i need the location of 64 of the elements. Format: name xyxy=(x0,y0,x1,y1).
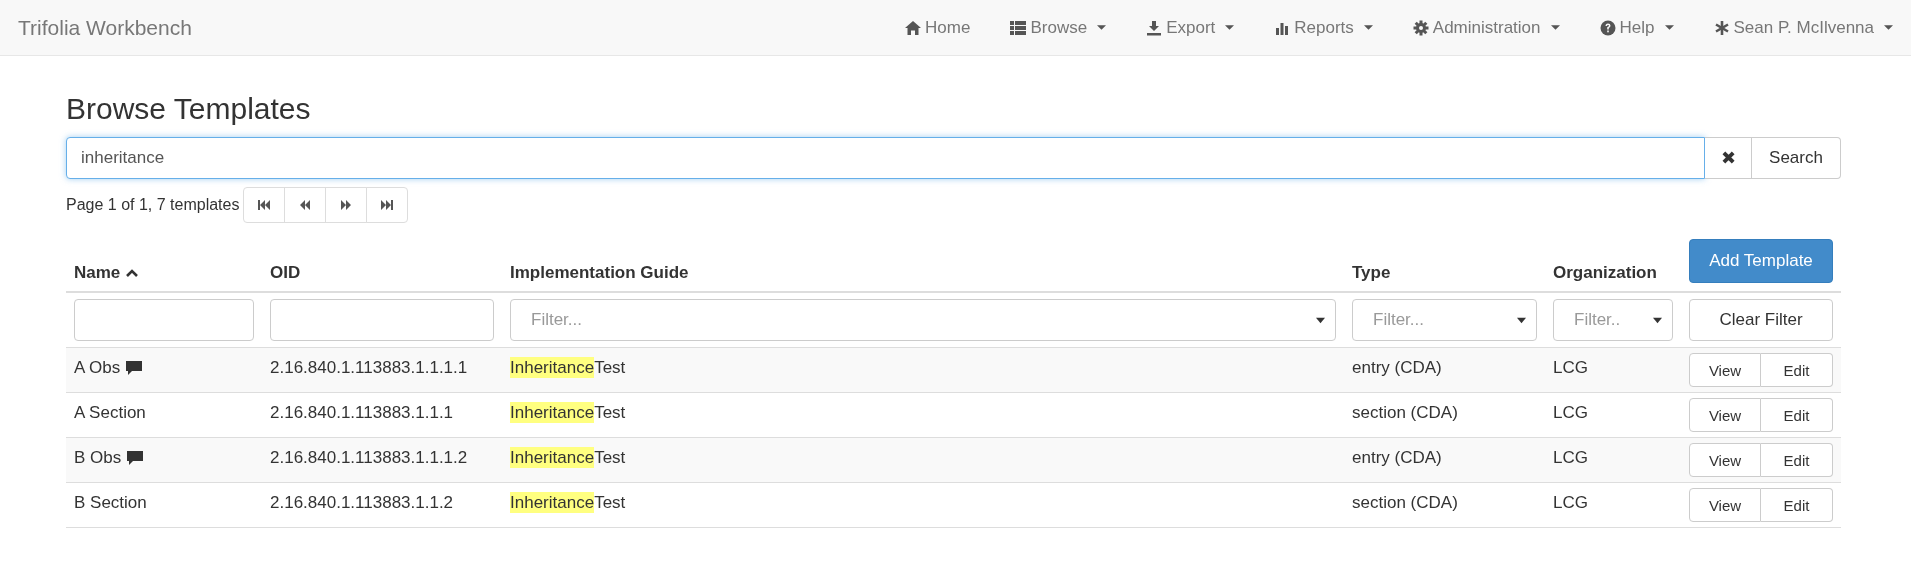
home-icon xyxy=(905,19,922,36)
caret-icon xyxy=(1653,316,1662,324)
nav-menu-item[interactable]: Browse xyxy=(990,17,1127,38)
page-info: Page 1 of 1, 7 templates xyxy=(66,196,240,214)
view-button[interactable]: View xyxy=(1689,443,1761,477)
table-cell: 2.16.840.1.113883.1.1.2 xyxy=(270,493,454,512)
table-cell: LCG xyxy=(1553,403,1588,422)
column-header[interactable]: Name xyxy=(74,263,139,283)
nav-menu-item[interactable]: Home xyxy=(885,17,991,38)
view-button[interactable]: View xyxy=(1689,398,1761,432)
table-cell: 2.16.840.1.113883.1.1.1 xyxy=(270,403,454,422)
column-header[interactable]: Type xyxy=(1352,263,1391,283)
download-icon xyxy=(1146,19,1163,36)
table-cell: section (CDA) xyxy=(1352,493,1458,512)
template-name: A Obs xyxy=(74,358,121,378)
table-cell: LCG xyxy=(1553,448,1588,467)
nav-menu-item[interactable]: Export xyxy=(1126,17,1255,38)
asterisk-icon xyxy=(1713,19,1730,36)
rewind-icon xyxy=(298,199,313,211)
table-cell: 2.16.840.1.113883.1.1.1.2 xyxy=(270,448,468,467)
table-cell: section (CDA) xyxy=(1352,403,1458,422)
sort-up-icon xyxy=(126,269,139,277)
caret-icon xyxy=(1316,316,1325,324)
column-header[interactable]: Organization xyxy=(1553,263,1657,283)
last-page-icon xyxy=(380,199,395,211)
previous-page-button[interactable] xyxy=(284,187,327,223)
page-title: Browse Templates xyxy=(66,92,312,125)
nav-menu-item[interactable]: Help xyxy=(1579,17,1694,38)
fast-forward-icon xyxy=(339,199,354,211)
caret-icon xyxy=(1517,316,1526,324)
help-icon xyxy=(1599,19,1616,36)
nav-menu-item[interactable]: Reports xyxy=(1254,17,1393,38)
table-cell: entry (CDA) xyxy=(1352,448,1442,467)
last-page-button[interactable] xyxy=(366,187,409,223)
nav-menu-item[interactable]: Administration xyxy=(1392,17,1580,38)
table-cell: LCG xyxy=(1553,358,1588,377)
clear-search-button[interactable]: ✖ xyxy=(1705,137,1752,179)
first-page-button[interactable] xyxy=(243,187,286,223)
next-page-button[interactable] xyxy=(325,187,368,223)
search-button[interactable]: Search xyxy=(1752,137,1841,179)
nav-menu-item[interactable]: Sean P. McIlvenna xyxy=(1693,17,1893,38)
brand-link[interactable]: Trifolia Workbench xyxy=(18,15,192,40)
list-icon xyxy=(1010,19,1027,36)
table-cell: entry (CDA) xyxy=(1352,358,1442,377)
edit-button[interactable]: Edit xyxy=(1761,353,1833,387)
search-field[interactable]: inheritance xyxy=(66,137,1705,179)
template-name: B Obs xyxy=(74,448,122,468)
table-cell: LCG xyxy=(1553,493,1588,512)
filter-field[interactable] xyxy=(74,299,254,341)
first-page-icon xyxy=(257,199,272,211)
view-button[interactable]: View xyxy=(1689,353,1761,387)
template-name: A Section xyxy=(74,403,146,423)
table-cell: 2.16.840.1.113883.1.1.1.1 xyxy=(270,358,468,377)
edit-button[interactable]: Edit xyxy=(1761,488,1833,522)
edit-button[interactable]: Edit xyxy=(1761,398,1833,432)
column-header[interactable]: OID xyxy=(270,263,301,283)
settings-icon xyxy=(1412,19,1429,36)
template-name: B Section xyxy=(74,493,147,513)
column-header[interactable]: Implementation Guide xyxy=(510,263,689,283)
view-button[interactable]: View xyxy=(1689,488,1761,522)
add-template-button[interactable]: Add Template xyxy=(1689,239,1833,283)
filter-field[interactable] xyxy=(270,299,494,341)
clear-filter-button[interactable]: Clear Filter xyxy=(1689,299,1833,341)
edit-button[interactable]: Edit xyxy=(1761,443,1833,477)
